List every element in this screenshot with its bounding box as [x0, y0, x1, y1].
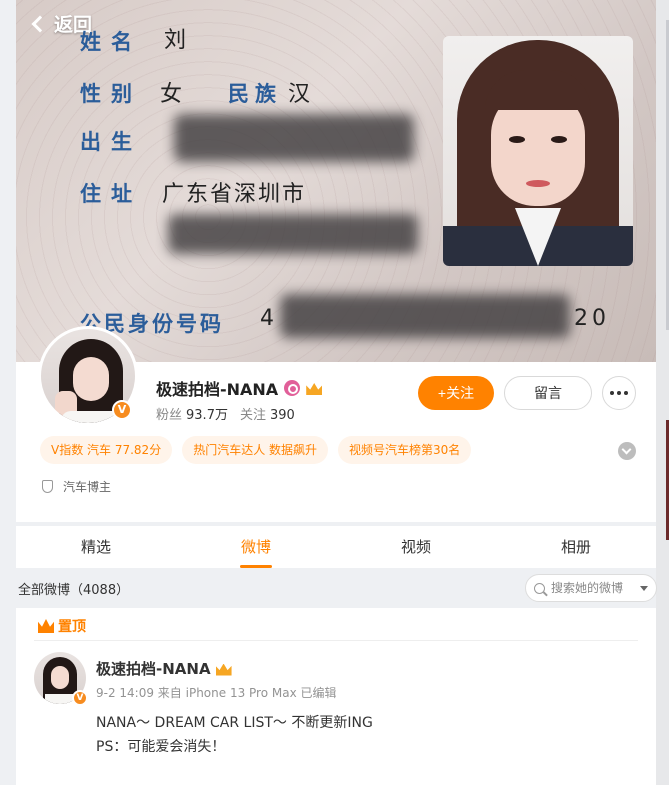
pinned-label-row: 置顶 [38, 616, 86, 636]
id-name-label: 姓名 [80, 30, 142, 54]
tab-featured[interactable]: 精选 [16, 526, 176, 568]
profile-page: 返回 姓名 刘 性别 女 民族 汉 出生 住址 广东省深圳市 公民身份号码 4 … [16, 0, 657, 785]
post-verified-badge: V [72, 690, 88, 706]
id-address-value: 广东省深圳市 [162, 182, 307, 207]
blurred-address [168, 214, 418, 254]
weibo-post: 置顶 V 极速拍档-NANA 9-2 14:09 来自 iPhone 13 Pr… [16, 608, 656, 785]
tag-hot-creator[interactable]: 热门汽车达人 数据飙升 [182, 436, 329, 464]
pinned-label: 置顶 [58, 619, 86, 635]
all-weibo-count[interactable]: 全部微博（4088） [18, 579, 129, 598]
tab-video[interactable]: 视频 [336, 526, 496, 568]
id-ethnic-value: 汉 [288, 82, 315, 107]
crown-icon[interactable] [306, 381, 322, 395]
id-number-start: 4 [260, 306, 278, 331]
tag-v-index[interactable]: V指数 汽车 77.82分 [40, 436, 173, 464]
stats-row: 粉丝 93.7万 关注 390 [156, 404, 295, 423]
expand-chevron-icon[interactable] [618, 442, 636, 460]
verified-badge: V [112, 400, 132, 420]
id-number-end: 20 [574, 306, 610, 331]
id-birth-label: 出生 [80, 130, 142, 154]
id-name-value: 刘 [164, 28, 191, 53]
nickname: 极速拍档-NANA [156, 380, 279, 399]
profile-tabs: 精选 微博 视频 相册 [16, 526, 656, 568]
cover-image: 返回 姓名 刘 性别 女 民族 汉 出生 住址 广东省深圳市 公民身份号码 4 … [16, 0, 656, 362]
filter-bar: 全部微博（4088） [16, 570, 657, 606]
blurred-id-number [280, 294, 570, 338]
follow-button[interactable]: +关注 [418, 376, 494, 410]
post-author-row: 极速拍档-NANA [96, 658, 232, 679]
shield-icon [42, 480, 53, 493]
dropdown-caret-icon[interactable] [640, 586, 648, 591]
tag-video-rank[interactable]: 视频号汽车榜第30名 [338, 436, 472, 464]
message-button[interactable]: 留言 [504, 376, 592, 410]
profile-card: V 极速拍档-NANA 粉丝 93.7万 关注 390 +关注 留言 V指数 汽车 … [16, 326, 656, 522]
adjacent-panel-edge [656, 0, 669, 785]
tag-list: V指数 汽车 77.82分 热门汽车达人 数据飙升 视频号汽车榜第30名 [40, 436, 472, 464]
id-portrait [443, 36, 633, 266]
id-address-label: 住址 [80, 182, 142, 206]
role-label: 汽车博主 [63, 480, 112, 494]
back-chevron-icon [31, 15, 49, 32]
id-gender-value: 女 [160, 82, 187, 107]
pinned-crown-icon [38, 619, 54, 633]
post-author[interactable]: 极速拍档-NANA [96, 658, 211, 679]
role-row: 汽车博主 [42, 478, 111, 495]
nickname-row: 极速拍档-NANA [156, 376, 322, 400]
blurred-birth [174, 114, 414, 162]
tab-weibo[interactable]: 微博 [176, 526, 336, 568]
fans-stat[interactable]: 粉丝 93.7万 [156, 404, 228, 423]
more-icon[interactable] [602, 376, 636, 410]
tab-album[interactable]: 相册 [496, 526, 656, 568]
post-line: PS：可能爱会消失！ [96, 739, 226, 755]
pink-badge-icon[interactable] [284, 380, 301, 396]
divider [34, 640, 638, 641]
search-icon [534, 582, 545, 594]
post-meta[interactable]: 9-2 14:09 来自 iPhone 13 Pro Max 已编辑 [96, 684, 337, 701]
weibo-search[interactable] [525, 574, 657, 602]
crown-icon[interactable] [216, 662, 232, 676]
post-text: NANA～ DREAM CAR LIST～ 不断更新ING PS：可能爱会消失！ [96, 711, 373, 759]
post-line: NANA～ DREAM CAR LIST～ 不断更新ING [96, 715, 373, 731]
search-input[interactable] [551, 581, 631, 595]
id-gender-label: 性别 [80, 82, 142, 106]
id-ethnic-label: 民族 [228, 82, 282, 106]
following-stat[interactable]: 关注 390 [240, 404, 295, 423]
